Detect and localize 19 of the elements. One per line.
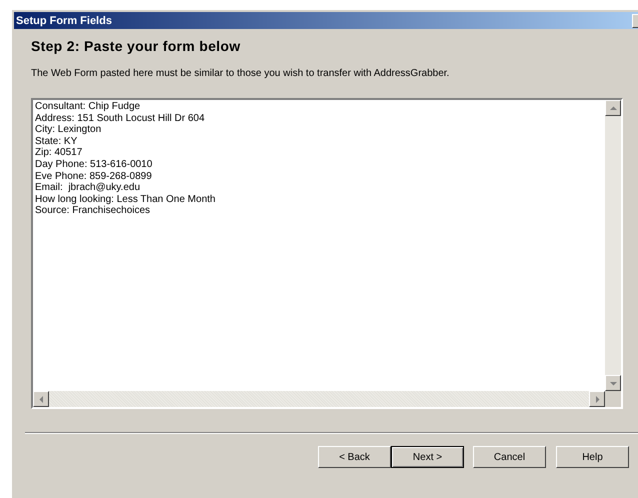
horizontal-scrollbar[interactable] (33, 391, 605, 407)
arrow-icon (594, 396, 600, 402)
form-text-area[interactable]: Consultant: Chip Fudge Address: 151 South Locust Hill Dr 604 City: Lexington State: KY Zip: 40517 Day Phone: 513-616-0010 Eve Phone: 859-268-0899 Email: jbrach@uky.edu How long looking: Less Than One Month Source: Franchisechoices (31, 98, 623, 409)
scrollbar-corner (605, 391, 621, 407)
scroll-down-button[interactable] (605, 375, 621, 391)
description-text: The Web Form pasted here must be similar to those you wish to transfer with AddressGrabber. (31, 68, 450, 79)
scroll-left-button[interactable] (33, 391, 49, 407)
scroll-right-button[interactable] (589, 391, 605, 407)
dialog-button[interactable]: < Back (318, 446, 391, 468)
dialog-button[interactable]: Help (556, 446, 629, 468)
arrow-icon (610, 380, 616, 386)
window-title: Setup Form Fields (16, 14, 113, 26)
dialog-button[interactable]: Cancel (473, 446, 546, 468)
arrow-icon (610, 104, 616, 112)
arrow-icon (38, 396, 44, 402)
vertical-scrollbar[interactable] (605, 100, 621, 391)
dialog-button[interactable]: Next > (391, 446, 464, 468)
scroll-up-button[interactable] (605, 100, 621, 116)
step-heading: Step 2: Paste your form below (31, 38, 242, 54)
